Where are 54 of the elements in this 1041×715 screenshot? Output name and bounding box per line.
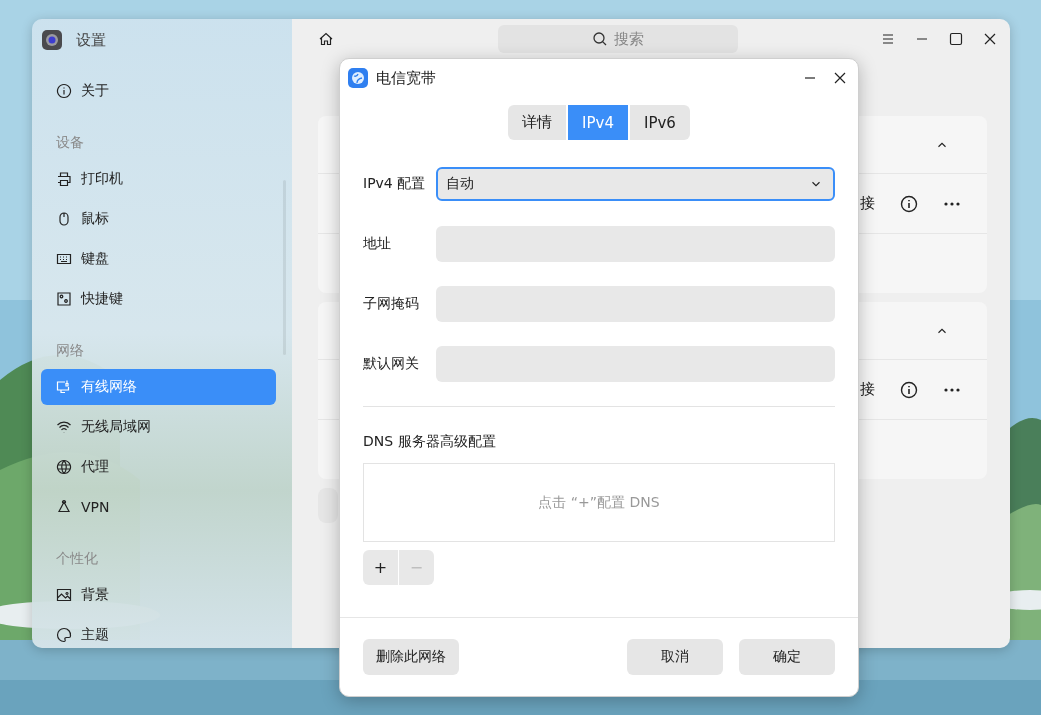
tab[interactable]: IPv6: [630, 105, 690, 140]
sidebar-section-label: 设备: [55, 133, 85, 152]
tab[interactable]: 详情: [508, 105, 567, 140]
menu-icon[interactable]: [880, 31, 896, 47]
sidebar-item[interactable]: 键盘: [41, 241, 276, 277]
section-title: DNS 服务器高级配置: [363, 433, 497, 451]
connection-status: 接: [860, 194, 875, 213]
confirm-button[interactable]: 确定: [739, 639, 835, 675]
dialog-title: 电信宽带: [376, 68, 437, 88]
sidebar-item[interactable]: 打印机: [41, 161, 276, 197]
sidebar-item[interactable]: 无线局域网: [41, 409, 276, 445]
field-label: IPv4 配置: [363, 175, 427, 193]
palette-icon: [56, 627, 72, 643]
field-label: 地址: [363, 235, 392, 253]
sidebar-item[interactable]: 关于: [41, 73, 276, 109]
monitor-icon: [56, 379, 72, 395]
printer-icon: [56, 171, 72, 187]
field-label: 默认网关: [363, 355, 420, 373]
close-icon[interactable]: [982, 31, 998, 47]
dns-hint: 点击 “+”配置 DNS: [538, 493, 660, 512]
mouse-icon: [56, 211, 72, 227]
sidebar-item[interactable]: 主题: [41, 617, 276, 648]
sidebar-item[interactable]: 背景: [41, 577, 276, 613]
globe-icon: [348, 68, 368, 88]
close-icon[interactable]: [832, 70, 848, 86]
info-icon: [56, 83, 72, 99]
search-field[interactable]: 搜索: [498, 25, 738, 53]
keyboard-icon: [56, 251, 72, 267]
wifi-icon: [56, 419, 72, 435]
field-label: 子网掩码: [363, 295, 420, 313]
gear-icon: [42, 30, 62, 50]
more-icon[interactable]: [943, 386, 961, 393]
sidebar-item[interactable]: VPN: [41, 489, 276, 525]
info-icon[interactable]: [900, 194, 918, 213]
home-icon[interactable]: [318, 31, 334, 47]
sidebar-item[interactable]: 鼠标: [41, 201, 276, 237]
connection-status: 接: [860, 380, 875, 399]
shortcut-icon: [56, 291, 72, 307]
more-icon[interactable]: [943, 200, 961, 207]
delete-network-button[interactable]: 删除此网络: [363, 639, 459, 675]
add-button[interactable]: +: [363, 550, 398, 585]
sidebar-section-label: 网络: [55, 341, 85, 360]
search-icon: [592, 31, 608, 47]
image-icon: [56, 587, 72, 603]
cancel-button[interactable]: 取消: [627, 639, 723, 675]
sidebar-section-label: 个性化: [55, 549, 99, 568]
globe-icon: [56, 459, 72, 475]
dropdown[interactable]: 自动: [436, 167, 835, 201]
sidebar-item[interactable]: 快捷键: [41, 281, 276, 317]
info-icon[interactable]: [900, 380, 918, 399]
maximize-icon[interactable]: [948, 31, 964, 47]
triangle-icon: [56, 499, 72, 515]
window-title: 设置: [76, 30, 106, 50]
sidebar-item[interactable]: 代理: [41, 449, 276, 485]
